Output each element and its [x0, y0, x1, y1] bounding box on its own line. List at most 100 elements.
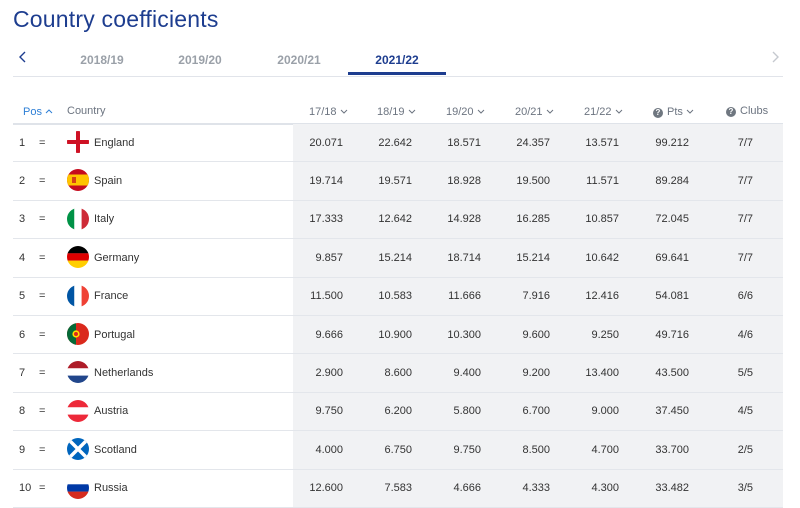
table-row[interactable]: 4 = Germany 9.857 15.214 18.714 15.214 10.642 69…: [13, 239, 783, 278]
tab-2018-19[interactable]: 2018/19: [53, 53, 151, 67]
season-points-cell: 19.500: [516, 175, 550, 188]
header-country: Country: [67, 105, 106, 117]
table-row[interactable]: 6 = Portugal 9.666 10.900 10.300 9.600 9.250 49.…: [13, 315, 783, 355]
active-tab-indicator: [348, 72, 446, 75]
country-name[interactable]: England: [94, 124, 134, 161]
season-points-cell: 9.666: [315, 328, 343, 341]
season-points-cell: 9.857: [315, 251, 343, 264]
season-points-cell: 17.333: [309, 213, 343, 226]
clubs-cell: 2/5: [737, 443, 753, 456]
table-row[interactable]: 5 = France 11.500 10.583 11.666 7.916 12.416 54.…: [13, 277, 783, 316]
season-points-cell: 6.200: [384, 405, 412, 418]
rank-change-indicator: =: [39, 328, 46, 341]
season-points-cell: 16.285: [516, 213, 550, 226]
country-name[interactable]: Portugal: [94, 316, 135, 353]
season-points-cell: 10.583: [378, 290, 412, 303]
rank-change-indicator: =: [39, 367, 46, 380]
season-points-cell: 6.750: [384, 443, 412, 456]
season-points-cell: 9.250: [591, 328, 619, 341]
chevron-left-icon[interactable]: [15, 49, 31, 65]
points-cell: 69.641: [655, 251, 689, 264]
tab-2019-20[interactable]: 2019/20: [151, 53, 249, 67]
header-17-18[interactable]: 17/18: [309, 105, 348, 118]
season-points-cell: 9.200: [522, 367, 550, 380]
table-header: Pos Country 17/18 18/19 19/20 20/21 21/2…: [13, 103, 783, 125]
season-points-cell: 14.928: [447, 213, 481, 226]
country-name[interactable]: Scotland: [94, 431, 137, 468]
season-points-cell: 10.300: [447, 328, 481, 341]
rank-change-indicator: =: [39, 482, 46, 495]
season-points-cell: 9.600: [522, 328, 550, 341]
season-points-cell: 4.000: [315, 443, 343, 456]
info-icon[interactable]: ?: [726, 107, 736, 117]
scotland-flag-icon: [67, 438, 89, 461]
rank-change-indicator: =: [39, 290, 46, 303]
coefficients-table: 1 = England 20.071 22.642 18.571 24.357 13.571 9…: [13, 124, 783, 508]
country-name[interactable]: France: [94, 278, 128, 315]
rank-change-indicator: =: [39, 175, 46, 188]
chevron-right-icon[interactable]: [767, 49, 783, 65]
table-row[interactable]: 2 = Spain 19.714 19.571 18.928 19.500 11.571 89.…: [13, 162, 783, 201]
season-points-cell: 19.571: [378, 175, 412, 188]
season-points-cell: 11.666: [448, 290, 481, 303]
country-name[interactable]: Netherlands: [94, 354, 153, 391]
header-21-22[interactable]: 21/22: [584, 105, 623, 118]
chevron-down-icon: [686, 105, 694, 117]
country-name[interactable]: Spain: [94, 162, 122, 199]
header-19-20[interactable]: 19/20: [446, 105, 485, 118]
season-points-cell: 13.400: [585, 367, 619, 380]
season-points-cell: 18.714: [447, 251, 481, 264]
country-name[interactable]: Italy: [94, 201, 114, 238]
country-name[interactable]: Russia: [94, 470, 128, 507]
season-points-cell: 12.600: [309, 482, 343, 495]
chevron-down-icon: [477, 105, 485, 117]
russia-flag-icon: [67, 476, 89, 499]
table-row[interactable]: 1 = England 20.071 22.642 18.571 24.357 13.571 9…: [13, 124, 783, 163]
points-cell: 37.450: [655, 405, 689, 418]
season-points-cell: 20.071: [309, 136, 343, 149]
season-points-cell: 4.666: [453, 482, 481, 495]
header-pts[interactable]: ? Pts: [653, 105, 694, 118]
header-18-19[interactable]: 18/19: [377, 105, 416, 118]
country-name[interactable]: Germany: [94, 239, 139, 276]
season-points-cell: 13.571: [585, 136, 619, 149]
season-points-cell: 2.900: [315, 367, 343, 380]
germany-flag-icon: [67, 246, 89, 269]
season-points-cell: 9.400: [453, 367, 481, 380]
header-20-21[interactable]: 20/21: [515, 105, 554, 118]
france-flag-icon: [67, 284, 89, 307]
season-points-cell: 4.300: [591, 482, 619, 495]
rank-change-indicator: =: [39, 251, 46, 264]
table-row[interactable]: 10 = Russia 12.600 7.583 4.666 4.333 4.300 33.48…: [13, 469, 783, 508]
rank-change-indicator: =: [39, 136, 46, 149]
austria-flag-icon: [67, 399, 89, 422]
season-points-cell: 9.750: [315, 405, 343, 418]
season-points-cell: 10.642: [585, 251, 619, 264]
table-row[interactable]: 7 = Netherlands 2.900 8.600 9.400 9.200 13.400 4…: [13, 354, 783, 393]
table-row[interactable]: 9 = Scotland 4.000 6.750 9.750 8.500 4.700 33.70…: [13, 431, 783, 470]
season-points-cell: 10.857: [585, 213, 619, 226]
clubs-cell: 5/5: [737, 367, 753, 380]
season-points-cell: 7.583: [384, 482, 412, 495]
season-points-cell: 15.214: [378, 251, 412, 264]
info-icon[interactable]: ?: [653, 108, 663, 118]
clubs-cell: 7/7: [737, 175, 753, 188]
tab-2021-22[interactable]: 2021/22: [348, 53, 446, 67]
season-points-cell: 6.700: [522, 405, 550, 418]
table-row[interactable]: 8 = Austria 9.750 6.200 5.800 6.700 9.000 37.450…: [13, 392, 783, 432]
netherlands-flag-icon: [67, 361, 89, 384]
clubs-cell: 7/7: [737, 251, 753, 264]
season-points-cell: 11.571: [586, 175, 619, 188]
country-name[interactable]: Austria: [94, 393, 128, 430]
chevron-up-icon: [45, 105, 53, 117]
clubs-cell: 4/6: [737, 328, 753, 341]
season-points-cell: 24.357: [516, 136, 550, 149]
rank-change-indicator: =: [39, 213, 46, 226]
england-flag-icon: [67, 131, 89, 153]
season-points-cell: 8.500: [522, 443, 550, 456]
table-row[interactable]: 3 = Italy 17.333 12.642 14.928 16.285 10.857 72.…: [13, 200, 783, 240]
season-points-cell: 9.000: [591, 405, 619, 418]
header-pos[interactable]: Pos: [23, 105, 53, 118]
season-tabs: 2018/19 2019/20 2020/21 2021/22: [13, 42, 783, 77]
tab-2020-21[interactable]: 2020/21: [250, 53, 348, 67]
